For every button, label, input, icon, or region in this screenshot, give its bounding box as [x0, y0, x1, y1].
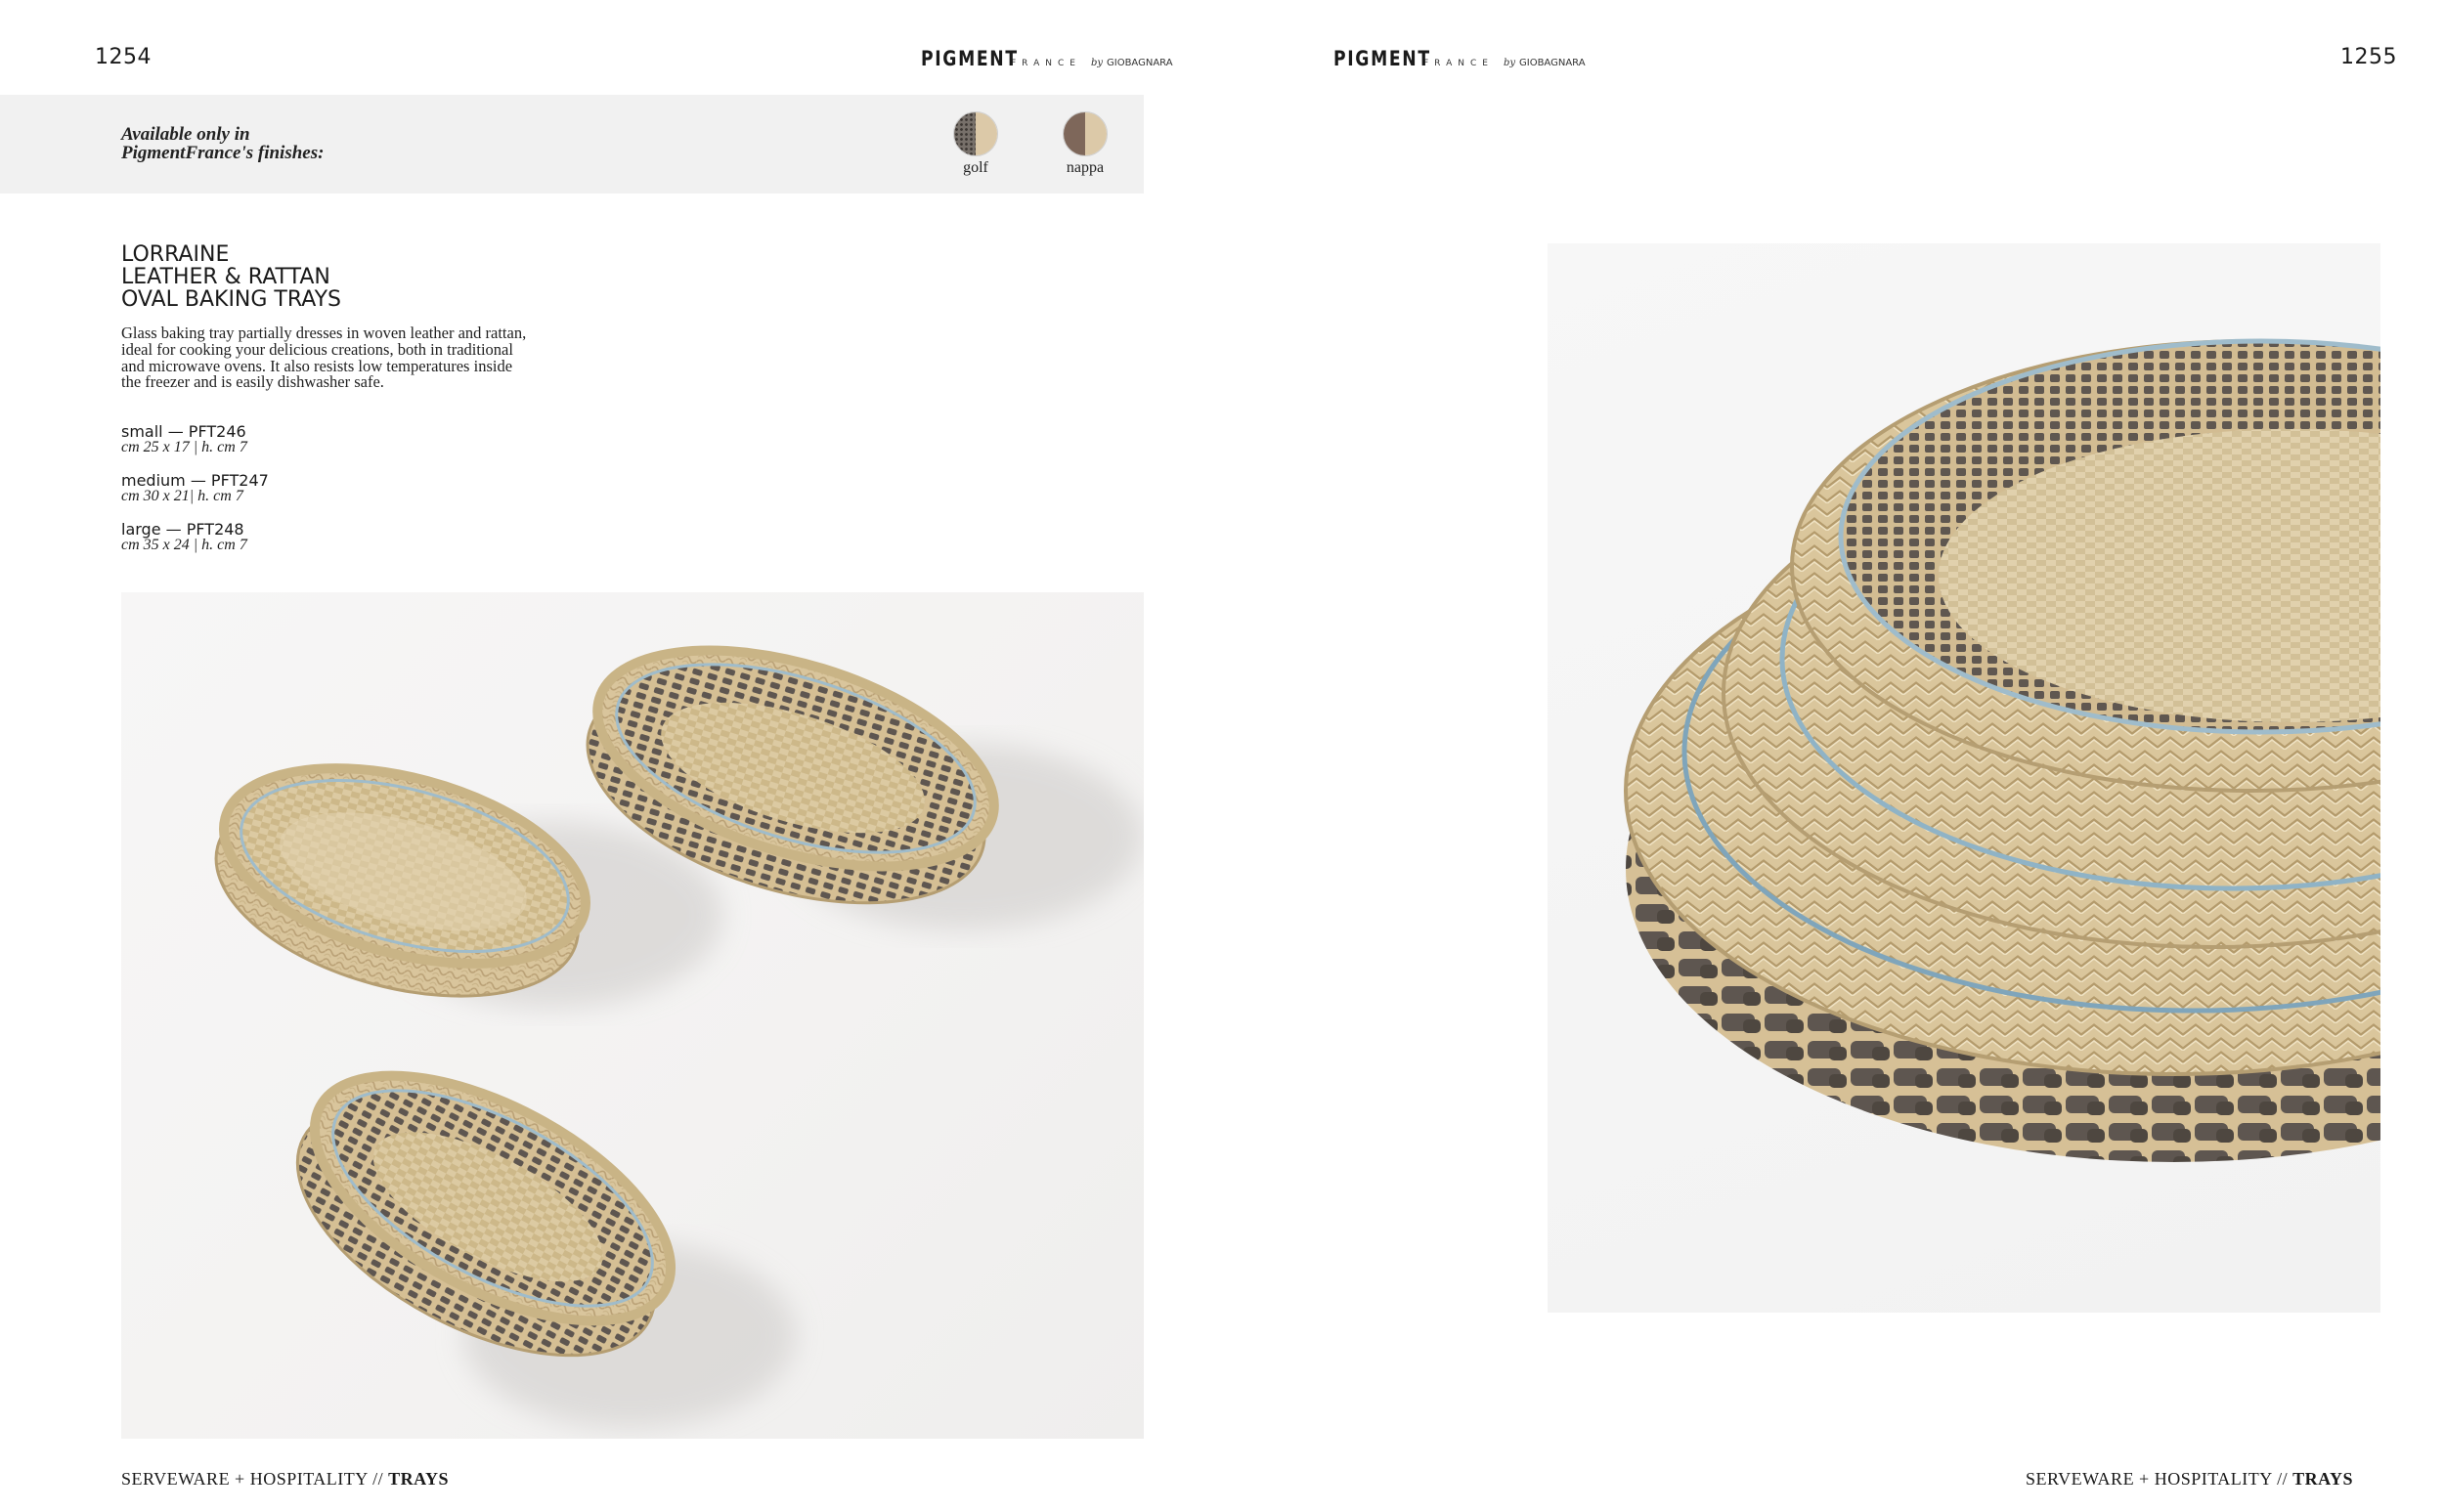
variant-name: large — PFT248	[121, 520, 244, 539]
variant-name: medium — PFT247	[121, 471, 269, 490]
page-number: 1255	[2340, 45, 2397, 69]
variant-dims: cm 25 x 17 | h. cm 7	[121, 439, 247, 455]
golf-finish-swatch-icon	[953, 111, 998, 156]
product-title-line2: LEATHER & RATTAN	[121, 265, 330, 289]
variant-dims: cm 35 x 24 | h. cm 7	[121, 537, 247, 553]
variant-medium: medium — PFT247 cm 30 x 21| h. cm 7	[121, 472, 269, 504]
brand-maker: GIOBAGNARA	[1107, 58, 1173, 68]
page-number: 1254	[95, 45, 152, 69]
product-description: Glass baking tray partially dresses in w…	[121, 324, 527, 392]
finishes-label-line2: PigmentFrance's finishes:	[121, 143, 325, 163]
product-title-line3: OVAL BAKING TRAYS	[121, 287, 342, 312]
brand-sub: FRANCE	[1011, 59, 1081, 68]
brand-sub: FRANCE	[1423, 59, 1494, 68]
footer-category: TRAYS	[388, 1469, 449, 1489]
finishes-band: Available only in PigmentFrance's finish…	[0, 95, 1144, 194]
variant-name: small — PFT246	[121, 422, 246, 441]
finish-nappa: nappa	[1061, 111, 1110, 177]
brand-maker: GIOBAGNARA	[1519, 58, 1586, 68]
footer-category: TRAYS	[2292, 1469, 2353, 1489]
variant-small: small — PFT246 cm 25 x 17 | h. cm 7	[121, 423, 247, 455]
nappa-finish-swatch-icon	[1063, 111, 1108, 156]
brand-logo: PIGMENT FRANCE by GIOBAGNARA	[1333, 47, 1586, 70]
brand-by: by	[1503, 58, 1515, 68]
product-photo-stacked-trays	[1548, 243, 2380, 1313]
brand-name: PIGMENT	[1333, 47, 1431, 70]
page-footer: SERVEWARE + HOSPITALITY // TRAYS	[2026, 1469, 2353, 1490]
brand-name: PIGMENT	[921, 47, 1019, 70]
variant-dims: cm 30 x 21| h. cm 7	[121, 488, 243, 504]
finishes-label-line1: Available only in	[121, 124, 250, 145]
product-title-line1: LORRAINE	[121, 242, 230, 267]
finish-golf: golf	[951, 111, 1000, 177]
finish-nappa-label: nappa	[1066, 159, 1105, 176]
brand-by: by	[1090, 58, 1103, 68]
product-title: LORRAINE LEATHER & RATTAN OVAL BAKING TR…	[121, 243, 341, 311]
footer-section: SERVEWARE + HOSPITALITY //	[2026, 1469, 2289, 1489]
finish-golf-label: golf	[963, 159, 988, 176]
variant-large: large — PFT248 cm 35 x 24 | h. cm 7	[121, 521, 247, 553]
page-footer: SERVEWARE + HOSPITALITY // TRAYS	[121, 1469, 449, 1490]
brand-logo: PIGMENT FRANCE by GIOBAGNARA	[921, 47, 1173, 70]
finishes-label: Available only in PigmentFrance's finish…	[121, 125, 324, 162]
footer-section: SERVEWARE + HOSPITALITY //	[121, 1469, 384, 1489]
product-photo-three-trays	[121, 592, 1144, 1439]
